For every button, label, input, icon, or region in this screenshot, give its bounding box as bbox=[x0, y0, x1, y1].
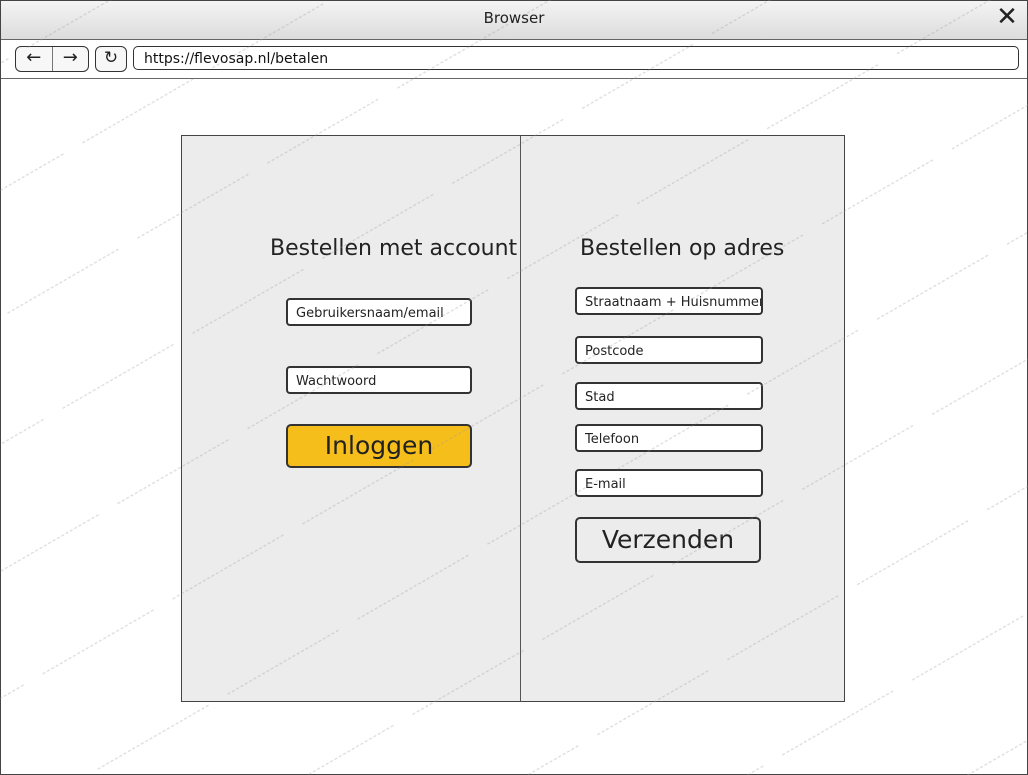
page-content: Bestellen met account Gebruikersnaam/ema… bbox=[1, 79, 1027, 774]
navigation-buttons: ← → bbox=[15, 46, 89, 72]
address-heading: Bestellen op adres bbox=[580, 236, 785, 261]
password-field[interactable]: Wachtwoord bbox=[286, 366, 472, 394]
username-field[interactable]: Gebruikersnaam/email bbox=[286, 298, 472, 326]
send-button[interactable]: Verzenden bbox=[575, 517, 761, 563]
login-button[interactable]: Inloggen bbox=[286, 424, 472, 468]
account-heading: Bestellen met account bbox=[270, 236, 518, 261]
street-field[interactable]: Straatnaam + Huisnummer bbox=[575, 287, 763, 315]
back-arrow-icon[interactable]: ← bbox=[16, 47, 53, 71]
phone-field[interactable]: Telefoon bbox=[575, 424, 763, 452]
email-field[interactable]: E-mail bbox=[575, 469, 763, 497]
address-bar[interactable]: https://flevosap.nl/betalen bbox=[133, 46, 1019, 70]
city-field[interactable]: Stad bbox=[575, 382, 763, 410]
section-divider bbox=[520, 136, 521, 701]
postcode-field[interactable]: Postcode bbox=[575, 336, 763, 364]
browser-window: Browser ✕ ← → ↻ https://flevosap.nl/beta… bbox=[0, 0, 1028, 775]
title-bar: Browser ✕ bbox=[1, 1, 1027, 40]
order-panel: Bestellen met account Gebruikersnaam/ema… bbox=[181, 135, 845, 702]
reload-icon[interactable]: ↻ bbox=[95, 46, 127, 72]
window-title: Browser bbox=[483, 9, 545, 27]
close-icon[interactable]: ✕ bbox=[993, 3, 1021, 31]
forward-arrow-icon[interactable]: → bbox=[53, 47, 89, 71]
browser-toolbar: ← → ↻ https://flevosap.nl/betalen bbox=[1, 40, 1027, 79]
